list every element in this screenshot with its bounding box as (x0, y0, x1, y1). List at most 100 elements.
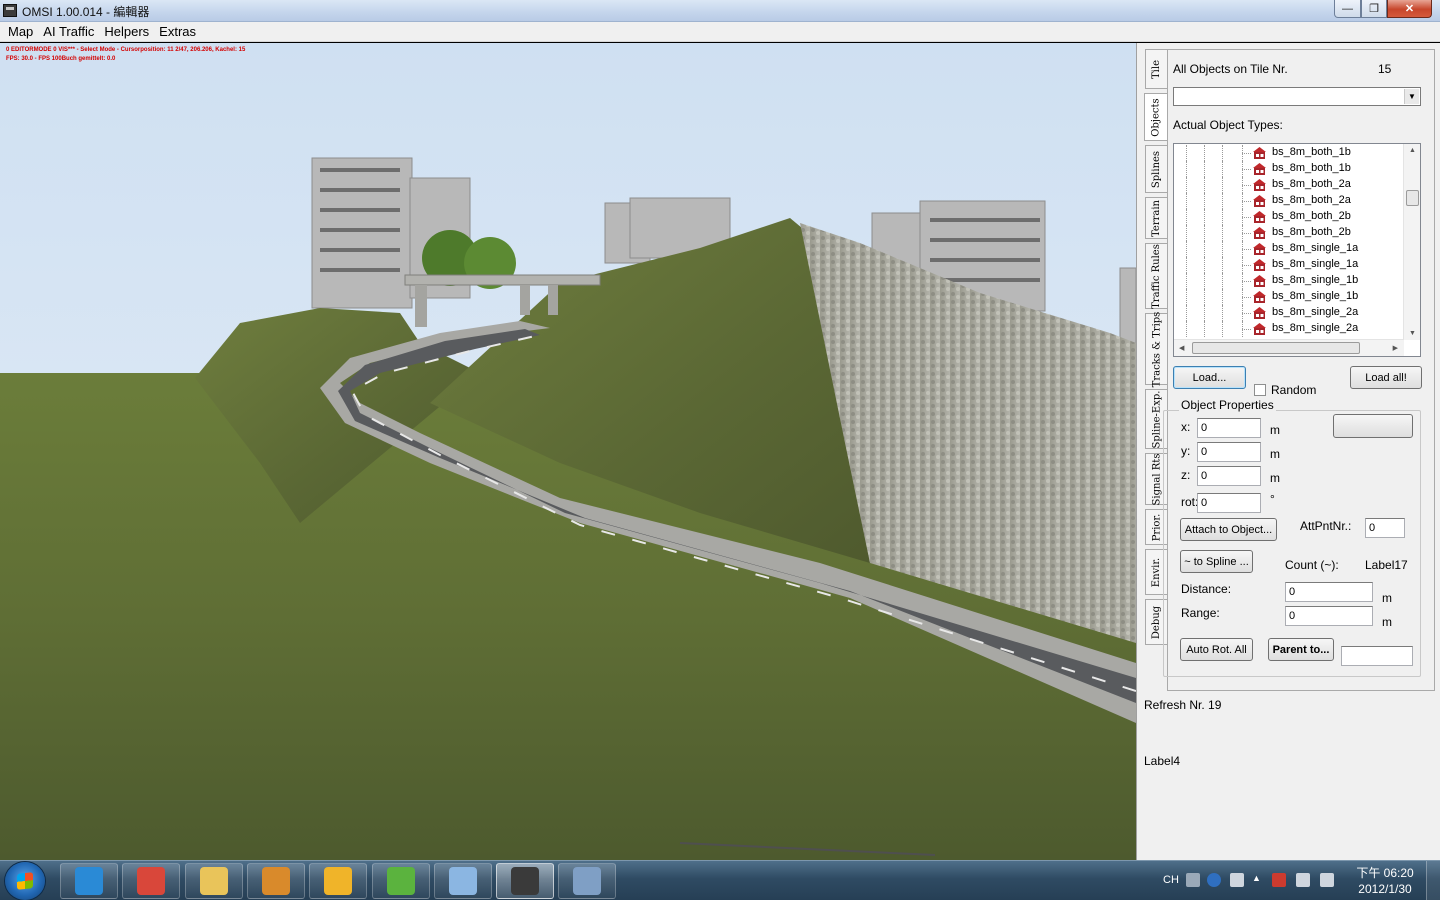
tab-tracks-trips[interactable]: Tracks & Trips (1145, 311, 1167, 387)
maximize-button[interactable]: ❐ (1361, 0, 1387, 18)
tree-guide-line (1186, 225, 1187, 241)
x-label: x: (1181, 420, 1191, 434)
object-types-tree[interactable]: bs_8m_both_1b bs_8m_both_1b bs_8m_both_2a b… (1173, 143, 1421, 357)
parent-to-button[interactable]: Parent to... (1268, 638, 1334, 661)
menu-bar: Map AI Traffic Helpers Extras (0, 22, 1440, 42)
tree-item[interactable]: bs_8m_both_2b (1174, 209, 1406, 225)
taskbar-app-button[interactable] (122, 863, 181, 899)
tab-splines[interactable]: Splines (1145, 145, 1167, 193)
scroll-up-icon[interactable]: ▲ (1409, 147, 1416, 154)
objects-combo[interactable]: ▼ (1173, 87, 1421, 106)
tree-item[interactable]: bs_8m_both_2a (1174, 177, 1406, 193)
tree-item[interactable]: bs_8m_both_2a (1174, 193, 1406, 209)
taskbar-app-button[interactable] (496, 863, 555, 899)
attpnt-field[interactable] (1365, 518, 1405, 538)
bus-stop-object-icon (1252, 258, 1267, 272)
tree-guide-line (1204, 161, 1205, 177)
distance-field[interactable] (1285, 582, 1373, 602)
random-checkbox[interactable] (1254, 384, 1266, 396)
to-spline-button[interactable]: ~ to Spline ... (1180, 550, 1253, 573)
tree-item[interactable]: bs_8m_both_1b (1174, 145, 1406, 161)
omsi-app-icon[interactable] (3, 4, 17, 17)
tab-objects[interactable]: Objects (1144, 93, 1168, 141)
volume-icon[interactable] (1320, 873, 1334, 887)
bus-stop-object-icon (1252, 306, 1267, 320)
label4: Label4 (1144, 754, 1181, 768)
paint-icon (448, 867, 477, 895)
tree-item[interactable]: bs_8m_single_1a (1174, 241, 1406, 257)
tree-item[interactable]: bs_8m_both_2b (1174, 225, 1406, 241)
3d-viewport[interactable]: 0 EDITORMODE 0 VIS*** - Select Mode - Cu… (0, 43, 1136, 860)
tree-item-label: bs_8m_both_2a (1272, 178, 1351, 190)
bus-stop-object-icon (1252, 162, 1267, 176)
menu-extras[interactable]: Extras (154, 24, 201, 39)
tree-item[interactable]: bs_8m_single_2a (1174, 305, 1406, 321)
tree-guide-line (1186, 145, 1187, 161)
scrollbar-thumb[interactable] (1406, 190, 1419, 206)
chevron-down-icon[interactable]: ▼ (1404, 89, 1419, 104)
clock-date[interactable]: 2012/1/30 (1345, 882, 1425, 896)
tree-item[interactable]: bs_8m_both_1b (1174, 161, 1406, 177)
tab-traffic-rules[interactable]: Traffic Rules (1145, 243, 1167, 309)
close-button[interactable]: ✕ (1387, 0, 1432, 18)
tree-item[interactable]: bs_8m_single_1b (1174, 289, 1406, 305)
taskbar-app-button[interactable] (246, 863, 305, 899)
range-field[interactable] (1285, 606, 1373, 626)
tree-item[interactable]: bs_8m_single_1a (1174, 257, 1406, 273)
bus-stop-object-icon (1252, 146, 1267, 160)
load-button[interactable]: Load... (1173, 366, 1246, 389)
menu-ai-traffic[interactable]: AI Traffic (38, 24, 99, 39)
taskbar-app-button[interactable] (433, 863, 492, 899)
attpnt-label: AttPntNr.: (1300, 519, 1352, 533)
tab-objects-label: Objects (1151, 97, 1162, 137)
taskbar-app-button[interactable] (371, 863, 430, 899)
rot-label: rot: (1181, 495, 1199, 509)
parent-field[interactable] (1341, 646, 1413, 666)
clock-time[interactable]: 下午 06:20 (1345, 864, 1425, 881)
language-indicator[interactable]: CH (1163, 874, 1179, 886)
load-all-button[interactable]: Load all! (1350, 366, 1422, 389)
scrollbar-thumb[interactable] (1192, 342, 1360, 354)
disabled-side-button[interactable] (1333, 414, 1413, 438)
tree-connector (1242, 329, 1251, 330)
taskbar-app-button[interactable] (309, 863, 368, 899)
help-icon[interactable] (1207, 873, 1221, 887)
omsi-editor-icon (511, 867, 540, 895)
minimize-button[interactable]: — (1334, 0, 1361, 18)
taskbar-app-button[interactable] (558, 863, 617, 899)
auto-rot-all-button[interactable]: Auto Rot. All (1180, 638, 1253, 661)
keyboard-icon[interactable] (1186, 873, 1200, 887)
action-center-icon[interactable] (1272, 873, 1286, 887)
network-icon[interactable] (1296, 873, 1310, 887)
tab-traffic-rules-label: Traffic Rules (1151, 243, 1162, 309)
menu-map[interactable]: Map (3, 24, 38, 39)
taskbar-app-button[interactable] (184, 863, 243, 899)
tree-connector (1242, 153, 1251, 154)
attach-to-object-button[interactable]: Attach to Object... (1180, 518, 1277, 541)
pen-icon[interactable] (1230, 873, 1244, 887)
menu-helpers[interactable]: Helpers (99, 24, 154, 39)
show-desktop-button[interactable] (1426, 861, 1440, 900)
tree-connector (1242, 169, 1251, 170)
tree-item[interactable]: bs_8m_single_1b (1174, 273, 1406, 289)
bus-stop-object-icon (1252, 194, 1267, 208)
tab-tile[interactable]: Tile (1145, 49, 1167, 89)
file-explorer-icon (199, 867, 228, 895)
y-field[interactable] (1197, 442, 1261, 462)
scroll-down-icon[interactable]: ▼ (1409, 330, 1416, 337)
tree-vertical-scrollbar[interactable]: ▲ ▼ (1403, 144, 1420, 340)
tree-item-label: bs_8m_both_1b (1272, 146, 1351, 158)
rot-field[interactable] (1197, 493, 1261, 513)
tab-priority-label: Prior. (1151, 513, 1162, 541)
tree-horizontal-scrollbar[interactable]: ◀ ▶ (1174, 339, 1404, 356)
z-field[interactable] (1197, 466, 1261, 486)
show-hidden-icons-icon[interactable]: ▲ (1252, 873, 1261, 887)
scroll-left-icon[interactable]: ◀ (1179, 344, 1184, 352)
tree-item[interactable]: bs_8m_single_2a (1174, 321, 1406, 337)
start-button[interactable] (5, 862, 45, 900)
x-field[interactable] (1197, 418, 1261, 438)
tab-terrain[interactable]: Terrain (1145, 197, 1167, 239)
tree-guide-line (1222, 257, 1223, 273)
taskbar-app-button[interactable] (60, 863, 118, 899)
scroll-right-icon[interactable]: ▶ (1393, 344, 1398, 352)
